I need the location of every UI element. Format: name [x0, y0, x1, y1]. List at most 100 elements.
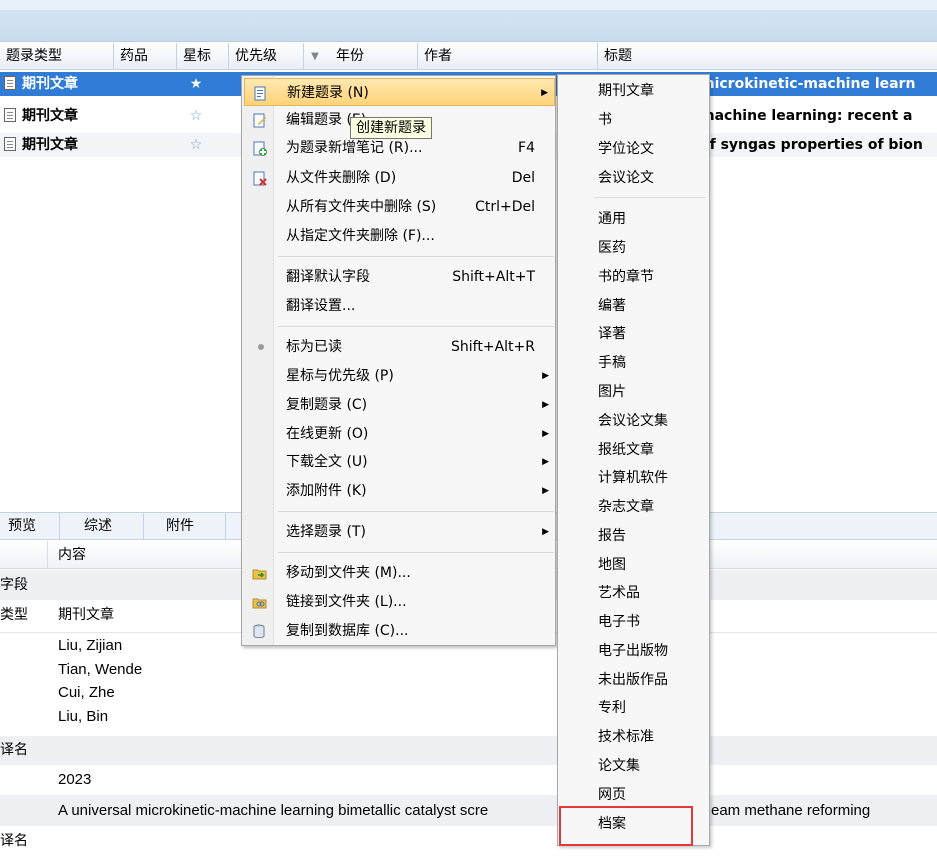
column-author[interactable]: 作者	[418, 43, 598, 70]
menu-item-label: 链接到文件夹 (L)...	[286, 594, 407, 610]
info-row[interactable]: 译名	[0, 736, 937, 765]
submenu-item[interactable]: 地图	[598, 551, 626, 580]
submenu-arrow-icon: ▶	[542, 527, 549, 537]
document-icon	[4, 137, 16, 151]
column-star[interactable]: 星标	[177, 43, 229, 70]
menu-separator	[278, 256, 554, 257]
row-title: microkinetic-machine learn	[700, 76, 916, 92]
submenu-item[interactable]: 艺术品	[598, 579, 640, 608]
menu-item-star-priority[interactable]: 星标与优先级 (P) ▶	[244, 362, 555, 390]
menu-item-shortcut: Ctrl+Del	[475, 199, 535, 215]
info-value-year: 2023	[58, 771, 92, 788]
info-row-authors[interactable]: Liu, Zijian Tian, Wende Cui, Zhe Liu, Bi…	[0, 632, 937, 736]
star-outline-icon[interactable]: ☆	[186, 133, 206, 157]
menu-separator	[278, 552, 554, 553]
menu-item-translate-fields[interactable]: 翻译默认字段 Shift+Alt+T	[244, 263, 555, 291]
tab-preview[interactable]: 预览	[0, 513, 60, 540]
row-title: of syngas properties of bion	[700, 137, 923, 153]
submenu-item[interactable]: 编著	[598, 292, 626, 321]
submenu-arrow-icon: ▶	[542, 457, 549, 467]
submenu-item[interactable]: 会议论文	[598, 164, 654, 193]
submenu-item[interactable]: 电子书	[598, 608, 640, 637]
tab-attachments[interactable]: 附件	[158, 513, 226, 540]
menu-item-copy-to-database[interactable]: 复制到数据库 (C)...	[244, 617, 555, 645]
star-outline-icon[interactable]: ☆	[186, 104, 206, 128]
submenu-item[interactable]: 译著	[598, 320, 626, 349]
menu-item-online-update[interactable]: 在线更新 (O) ▶	[244, 420, 555, 448]
submenu-item[interactable]: 电子出版物	[598, 637, 668, 666]
info-row[interactable]: 2023	[0, 765, 937, 795]
menu-item-download-fulltext[interactable]: 下载全文 (U) ▶	[244, 448, 555, 476]
row-type: 期刊文章	[4, 133, 114, 157]
star-icon[interactable]: ★	[186, 72, 206, 96]
column-title[interactable]: 标题	[598, 43, 937, 70]
author-name: Tian, Wende	[58, 661, 143, 678]
submenu-item[interactable]: 学位论文	[598, 135, 654, 164]
move-folder-icon	[252, 569, 267, 580]
author-name: Cui, Zhe	[58, 684, 115, 701]
menu-item-translate-settings[interactable]: 翻译设置...	[244, 292, 555, 320]
add-note-icon	[253, 141, 267, 156]
menu-item-copy-entry[interactable]: 复制题录 (C) ▶	[244, 391, 555, 419]
info-label-column	[0, 541, 48, 569]
menu-item-label: 复制题录 (C)	[286, 397, 368, 413]
submenu-item[interactable]: 期刊文章	[598, 77, 654, 106]
submenu-item[interactable]: 手稿	[598, 349, 626, 378]
submenu-item[interactable]: 书的章节	[598, 263, 654, 292]
menu-item-remove-from-all[interactable]: 从所有文件夹中删除 (S) Ctrl+Del	[244, 193, 555, 221]
column-year[interactable]: 年份	[330, 43, 418, 70]
new-entry-icon	[254, 86, 266, 101]
menu-item-add-attachment[interactable]: 添加附件 (K) ▶	[244, 477, 555, 505]
info-label: 译名	[0, 833, 28, 849]
submenu-item[interactable]: 报告	[598, 522, 626, 551]
submenu-item[interactable]: 通用	[598, 205, 626, 234]
author-name: Liu, Bin	[58, 708, 109, 725]
column-header: 题录类型 药品 星标 优先级 ▼ 年份 作者 标题	[0, 43, 937, 70]
column-drug[interactable]: 药品	[114, 43, 177, 70]
menu-item-remove-from-specified[interactable]: 从指定文件夹删除 (F)...	[244, 222, 555, 250]
menu-separator	[278, 511, 554, 512]
menu-item-label: 下载全文 (U)	[286, 454, 368, 470]
menu-item-label: 翻译设置...	[286, 298, 356, 314]
tooltip: 创建新题录	[350, 117, 432, 139]
submenu-item[interactable]: 专利	[598, 694, 626, 723]
submenu-arrow-icon: ▶	[542, 429, 549, 439]
menu-item-shortcut: Shift+Alt+R	[451, 339, 535, 355]
submenu-item[interactable]: 会议论文集	[598, 407, 668, 436]
info-label: 字段	[0, 577, 28, 593]
submenu-item[interactable]: 计算机软件	[598, 464, 668, 493]
bullet-icon	[258, 344, 264, 350]
submenu-item[interactable]: 书	[598, 106, 612, 135]
submenu-item[interactable]: 技术标准	[598, 723, 654, 752]
column-priority[interactable]: 优先级	[229, 43, 304, 70]
new-entry-submenu: 期刊文章 书 学位论文 会议论文 通用 医药 书的章节 编著 译著 手稿 图片 …	[557, 74, 710, 846]
column-type[interactable]: 题录类型	[0, 43, 114, 70]
menu-item-mark-read[interactable]: 标为已读 Shift+Alt+R	[244, 333, 555, 361]
sort-arrow-icon[interactable]: ▼	[304, 43, 326, 70]
submenu-item[interactable]: 杂志文章	[598, 493, 654, 522]
info-row[interactable]: A universal microkinetic-machine learnin…	[0, 795, 937, 826]
row-type: 期刊文章	[4, 104, 114, 128]
info-value-title-tail: eam methane reforming	[711, 802, 871, 819]
menu-item-label: 复制到数据库 (C)...	[286, 623, 409, 639]
submenu-item[interactable]: 报纸文章	[598, 436, 654, 465]
tab-summary[interactable]: 综述	[76, 513, 144, 540]
info-row[interactable]: 译名	[0, 826, 937, 856]
menu-item-remove-from-folder[interactable]: 从文件夹删除 (D) Del	[244, 164, 555, 192]
submenu-item[interactable]: 图片	[598, 378, 626, 407]
menu-item-label: 从指定文件夹删除 (F)...	[286, 228, 435, 244]
submenu-item[interactable]: 论文集	[598, 752, 640, 781]
highlight-box	[559, 806, 693, 846]
info-content-header: 内容	[58, 547, 86, 563]
menu-item-new-entry[interactable]: 新建题录 (N) ▶	[244, 78, 555, 106]
menu-item-label: 从所有文件夹中删除 (S)	[286, 199, 437, 215]
document-icon	[4, 108, 16, 122]
menu-item-move-to-folder[interactable]: 移动到文件夹 (M)...	[244, 559, 555, 587]
menu-item-label: 翻译默认字段	[286, 269, 370, 285]
link-folder-icon	[252, 598, 267, 609]
submenu-item[interactable]: 医药	[598, 234, 626, 263]
menu-item-shortcut: Del	[511, 170, 535, 186]
submenu-item[interactable]: 未出版作品	[598, 666, 668, 695]
menu-item-select-entry[interactable]: 选择题录 (T) ▶	[244, 518, 555, 546]
menu-item-link-to-folder[interactable]: 链接到文件夹 (L)...	[244, 588, 555, 616]
